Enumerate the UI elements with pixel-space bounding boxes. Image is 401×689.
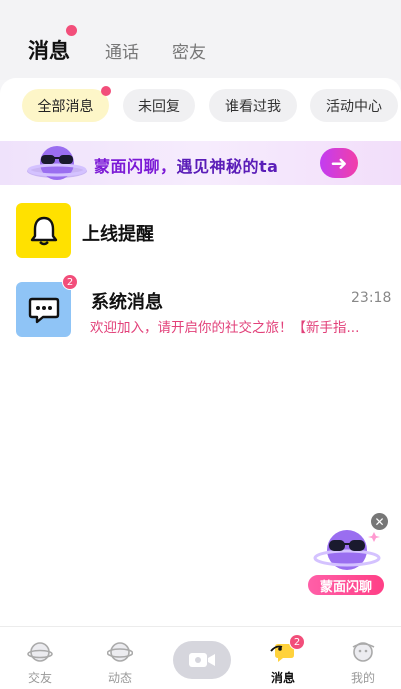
bell-icon xyxy=(16,203,71,258)
tab-messages-dot xyxy=(66,25,77,36)
nav-moments-label: 动态 xyxy=(107,671,132,685)
filter-unreplied[interactable]: 未回复 xyxy=(123,89,195,122)
tab-calls[interactable]: 通话 xyxy=(105,38,139,63)
nav-make-friends[interactable]: 交友 xyxy=(0,627,80,689)
video-camera-icon xyxy=(189,653,215,667)
system-messages-title: 系统消息 xyxy=(91,292,163,313)
tab-messages[interactable]: 消息 xyxy=(28,35,70,65)
nav-me-label: 我的 xyxy=(350,671,375,685)
filter-visitors[interactable]: 谁看过我 xyxy=(209,89,297,122)
planet-mascot-icon xyxy=(27,146,87,180)
planet-icon xyxy=(27,642,53,662)
system-messages-preview: 欢迎加入，请开启你的社交之旅！【新手指... xyxy=(90,320,360,336)
nav-moments[interactable]: 动态 xyxy=(80,627,160,689)
filter-all-messages-label: 全部消息 xyxy=(37,98,94,115)
filter-activity-center-label: 活动中心 xyxy=(326,98,382,115)
chat-bubble-icon xyxy=(16,282,71,337)
nav-make-friends-label: 交友 xyxy=(27,671,52,685)
nav-me[interactable]: 我的 xyxy=(323,627,401,689)
system-messages-badge: 2 xyxy=(62,274,78,290)
nav-messages-badge: 2 xyxy=(289,634,305,650)
filter-activity-center[interactable]: 活动中心 xyxy=(310,89,398,122)
list-item-system-messages[interactable]: 2 系统消息 23:18 欢迎加入，请开启你的社交之旅！【新手指... xyxy=(0,274,401,345)
filter-all-messages[interactable]: 全部消息 xyxy=(22,89,109,122)
video-camera-button[interactable] xyxy=(173,641,231,679)
profile-planet-icon xyxy=(352,642,375,662)
filter-unreplied-label: 未回复 xyxy=(138,98,180,115)
planet-mascot-icon xyxy=(313,530,381,570)
banner-text: 蒙面闪聊，遇见神秘的ta xyxy=(94,157,279,176)
floating-promo-label: 蒙面闪聊 xyxy=(306,573,386,597)
list-item-online-reminder[interactable]: 上线提醒 xyxy=(0,195,401,267)
filter-all-dot xyxy=(101,86,111,96)
nav-messages[interactable]: 消息 2 xyxy=(243,627,323,689)
bottom-navigation: 交友 动态 消息 2 我的 xyxy=(0,626,401,689)
filter-visitors-label: 谁看过我 xyxy=(225,98,281,115)
planet-ring-icon xyxy=(107,642,133,662)
masked-chat-banner[interactable]: 蒙面闪聊，遇见神秘的ta ➜ xyxy=(0,141,401,185)
floating-promo[interactable]: 蒙面闪聊 xyxy=(304,522,390,597)
online-reminder-title: 上线提醒 xyxy=(82,224,154,245)
banner-arrow-button[interactable]: ➜ xyxy=(320,148,358,178)
nav-messages-label: 消息 xyxy=(270,671,295,685)
system-messages-time: 23:18 xyxy=(351,290,392,306)
tab-close-friends[interactable]: 密友 xyxy=(172,38,206,63)
